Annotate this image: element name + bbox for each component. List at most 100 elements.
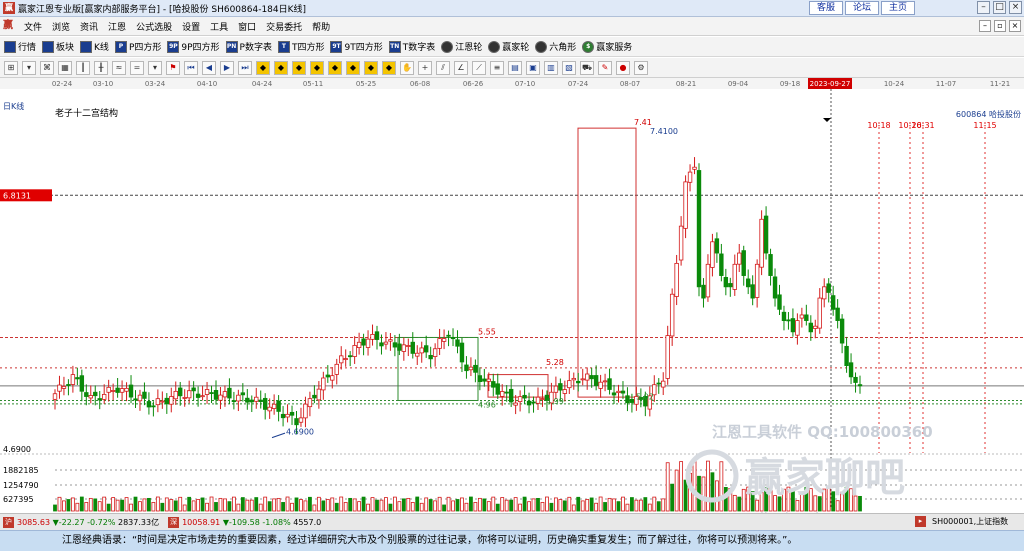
sh-index-status[interactable]: 沪 3085.63 ▼-22.27 -0.72% 2837.33亿: [0, 516, 159, 528]
menu-help[interactable]: 帮助: [307, 20, 335, 33]
service-link[interactable]: 客服: [809, 1, 843, 15]
table-icon[interactable]: ▥: [544, 60, 558, 75]
volume-bar: [571, 504, 576, 512]
toolbar-item-label: 9T四方形: [344, 43, 383, 53]
dropdown-icon[interactable]: ▾: [22, 60, 36, 75]
flag-icon[interactable]: ⚑: [166, 60, 180, 75]
dropdown-2-icon[interactable]: ▾: [148, 60, 162, 75]
volume-bar: [102, 496, 107, 512]
mdi-close-icon[interactable]: ×: [1009, 20, 1021, 32]
plus-icon[interactable]: +: [418, 60, 432, 75]
menu-window[interactable]: 窗口: [233, 20, 261, 33]
toolbar-item-dollar[interactable]: $ 赢家服务: [582, 40, 632, 53]
menu-info[interactable]: 资讯: [75, 20, 103, 33]
toolbar-item-kline[interactable]: K线: [80, 40, 109, 53]
diamond-2-icon[interactable]: ◆: [274, 60, 288, 75]
menu-settings[interactable]: 设置: [177, 20, 205, 33]
car-icon[interactable]: ⛟: [580, 60, 594, 75]
grid-small-icon[interactable]: ▦: [58, 60, 72, 75]
candle-body: [781, 311, 787, 321]
candle-body: [491, 381, 496, 388]
toolbar-item-9p-square[interactable]: 9P 9P四方形: [167, 40, 220, 53]
angle-icon[interactable]: ∠: [454, 60, 468, 75]
candle-body: [397, 343, 402, 351]
volume-bar: [513, 497, 518, 512]
sz-index-status[interactable]: 深 10058.91 ▼-109.58 -1.08% 4557.0: [165, 516, 321, 528]
level-label-496: 4.96: [478, 401, 496, 410]
gann-fan-icon[interactable]: ⟋: [472, 60, 486, 75]
diamond-3-icon[interactable]: ◆: [292, 60, 306, 75]
settings-icon[interactable]: ⚙: [634, 60, 648, 75]
line-chart-icon[interactable]: ≈: [112, 60, 126, 75]
toolbar-item-gann-wheel[interactable]: 江恩轮: [441, 40, 482, 53]
candle-body: [446, 334, 451, 337]
menu-browse[interactable]: 浏览: [47, 20, 75, 33]
diamond-7-icon[interactable]: ◆: [364, 60, 378, 75]
pattern-icon[interactable]: ⌘: [40, 60, 54, 75]
maximize-icon[interactable]: □: [993, 1, 1006, 14]
homepage-link[interactable]: 主页: [881, 1, 915, 15]
volume-bar: [638, 499, 643, 512]
equal-icon[interactable]: =: [130, 60, 144, 75]
candle-body: [271, 403, 277, 409]
lines-icon[interactable]: ⫽: [436, 60, 450, 75]
toolbar-item-sector[interactable]: 板块: [42, 40, 74, 53]
toolbar-item-grid[interactable]: 行情: [4, 40, 36, 53]
next-icon[interactable]: ▶: [220, 60, 234, 75]
forum-link[interactable]: 论坛: [845, 1, 879, 15]
future-date-label: 11-15: [973, 121, 996, 130]
toolbar-item-hexagon[interactable]: 六角形: [535, 40, 576, 53]
volume-bar: [343, 502, 348, 512]
volume-bar: [495, 503, 500, 512]
diamond-6-icon[interactable]: ◆: [346, 60, 360, 75]
date-tick-label: 03-24: [145, 80, 166, 88]
volume-bar: [147, 497, 151, 512]
menu-formula[interactable]: 公式选股: [131, 20, 177, 33]
crosshair-icon[interactable]: ⊞: [4, 60, 18, 75]
candle-body: [826, 283, 831, 293]
toolbar-item-winner-wheel[interactable]: 赢家轮: [488, 40, 529, 53]
report-icon[interactable]: ▧: [562, 60, 576, 75]
toolbar-item-t-square[interactable]: T T四方形: [277, 40, 324, 53]
hand-icon[interactable]: ✋: [400, 60, 414, 75]
candle-body: [146, 401, 152, 408]
save-icon[interactable]: ▣: [526, 60, 540, 75]
toolbar-item-t-number-table[interactable]: TN T数字表: [388, 40, 435, 53]
current-index[interactable]: ▸ SH000001,上证指数: [912, 516, 1008, 527]
last-icon[interactable]: ⏭: [238, 60, 252, 75]
color-icon[interactable]: ●: [616, 60, 630, 75]
candle-body: [101, 393, 107, 400]
menu-trade[interactable]: 交易委托: [261, 20, 307, 33]
candle-body: [629, 398, 635, 403]
minimize-icon[interactable]: –: [977, 1, 990, 14]
candle-body: [249, 399, 254, 403]
kline-chart[interactable]: 02-24 03-10 03-24 04-10 04-24 05-11 05-25 06-08…: [0, 78, 1024, 531]
calc-icon[interactable]: ▤: [508, 60, 522, 75]
sh-index-value: 3085.63: [17, 517, 51, 527]
candle-body: [262, 397, 268, 410]
diamond-5-icon[interactable]: ◆: [328, 60, 342, 75]
diamond-icon[interactable]: ◆: [256, 60, 270, 75]
menu-tools[interactable]: 工具: [205, 20, 233, 33]
menu-gann[interactable]: 江恩: [103, 20, 131, 33]
fib-icon[interactable]: ≡: [490, 60, 504, 75]
candle-icon[interactable]: ╫: [94, 60, 108, 75]
first-icon[interactable]: ⏮: [184, 60, 198, 75]
diamond-8-icon[interactable]: ◆: [382, 60, 396, 75]
menu-file[interactable]: 文件: [19, 20, 47, 33]
candle-body: [625, 395, 630, 404]
candle-body: [808, 322, 814, 333]
close-icon[interactable]: ×: [1009, 1, 1022, 14]
mdi-minimize-icon[interactable]: –: [979, 20, 991, 32]
toolbar-item-p-square[interactable]: P P四方形: [114, 40, 161, 53]
brush-icon[interactable]: ✎: [598, 60, 612, 75]
mdi-restore-icon[interactable]: ▫: [994, 20, 1006, 32]
candle-body: [777, 294, 782, 310]
bars-icon[interactable]: ┃: [76, 60, 90, 75]
sh-index-icon: 沪: [3, 516, 14, 528]
toolbar-item-p-number-table[interactable]: PN P数字表: [225, 40, 272, 53]
diamond-4-icon[interactable]: ◆: [310, 60, 324, 75]
volume-bar: [706, 460, 710, 512]
toolbar-item-9t-square[interactable]: 9T 9T四方形: [330, 40, 383, 53]
prev-icon[interactable]: ◀: [202, 60, 216, 75]
